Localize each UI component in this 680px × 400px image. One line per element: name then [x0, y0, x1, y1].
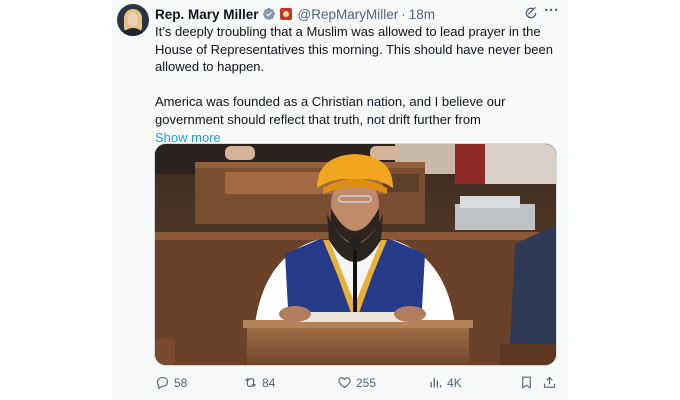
reply-count: 58 [174, 375, 188, 390]
share-icon [543, 376, 556, 388]
verified-icon [262, 8, 275, 20]
more-icon[interactable]: ··· [544, 2, 559, 20]
tweet-text: It’s deeply troubling that a Muslim was … [155, 23, 561, 147]
bookmark-icon [522, 376, 531, 389]
bookmark-button[interactable] [519, 375, 538, 390]
author-handle[interactable]: @RepMaryMiller [298, 7, 399, 22]
share-button[interactable] [542, 375, 561, 390]
repost-icon [245, 377, 256, 388]
tweet-card[interactable]: Rep. Mary Miller @RepMaryMiller · 18m ··… [112, 0, 568, 400]
tweet-text-paragraph-1: It’s deeply troubling that a Muslim was … [155, 24, 553, 74]
tweet-text-paragraph-2: America was founded as a Christian natio… [155, 94, 506, 127]
repost-count: 84 [262, 375, 276, 390]
tweet-media-image[interactable] [154, 143, 557, 366]
media-photo [155, 144, 556, 365]
author-name[interactable]: Rep. Mary Miller [155, 7, 259, 22]
avatar[interactable] [117, 4, 149, 36]
view-count: 4K [447, 375, 462, 390]
like-button[interactable]: 255 [337, 375, 376, 390]
reply-button[interactable]: 58 [155, 375, 187, 390]
timestamp[interactable]: 18m [409, 7, 435, 22]
views-icon [430, 378, 442, 388]
affiliation-badge-icon[interactable] [279, 8, 292, 20]
grok-icon[interactable] [523, 5, 539, 21]
tweet-header: Rep. Mary Miller @RepMaryMiller · 18m [155, 5, 435, 23]
like-icon [338, 377, 351, 389]
separator-dot: · [401, 6, 406, 22]
views-button[interactable]: 4K [428, 375, 462, 390]
like-count: 255 [356, 375, 377, 390]
reply-icon [156, 376, 169, 390]
action-bar: 58 84 255 4K [155, 375, 557, 393]
repost-button[interactable]: 84 [243, 375, 275, 390]
